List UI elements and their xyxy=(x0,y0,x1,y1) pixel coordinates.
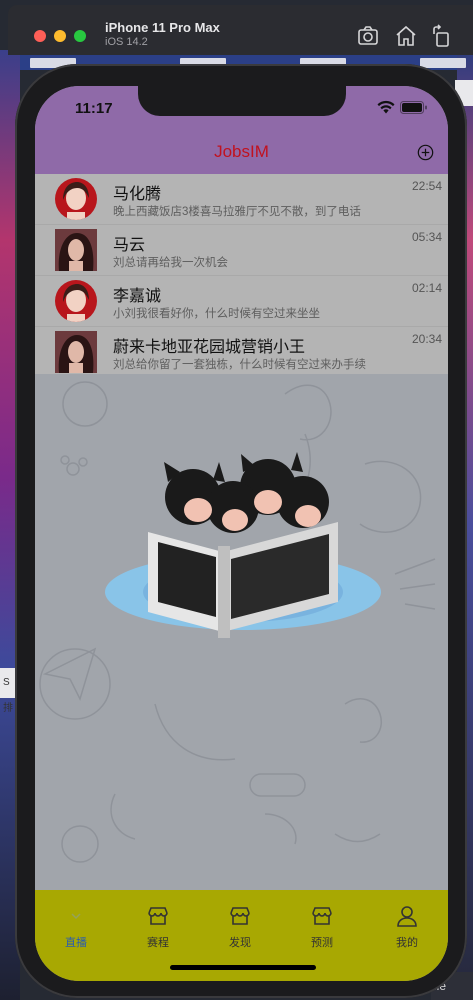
chat-row[interactable]: 马化腾 晚上西藏饭店3楼喜马拉雅厅不见不散，到了电话 22:54 xyxy=(35,174,448,224)
chat-time: 02:14 xyxy=(411,281,442,295)
person-icon xyxy=(397,906,417,927)
home-indicator xyxy=(170,965,316,970)
chat-row[interactable]: 蔚来卡地亚花园城营销小王 刘总给你留了一套独栋，什么时候有空过来办手续 20:3… xyxy=(35,326,448,377)
nav-title: JobsIM xyxy=(214,142,269,161)
avatar xyxy=(55,331,97,373)
tab-label: 发现 xyxy=(229,937,251,949)
chat-preview: 刘总给你留了一套独栋，什么时候有空过来办手续 xyxy=(113,359,366,371)
status-time: 11:17 xyxy=(75,100,113,117)
chat-name: 马化腾 xyxy=(113,186,162,203)
close-window-button[interactable] xyxy=(34,30,46,42)
rotate-icon[interactable] xyxy=(430,24,454,48)
chat-preview: 晚上西藏饭店3楼喜马拉雅厅不见不散，到了电话 xyxy=(113,206,361,218)
tab-discover[interactable]: 发现 xyxy=(199,890,281,960)
device-name: iPhone 11 Pro Max xyxy=(105,20,220,35)
minimize-window-button[interactable] xyxy=(54,30,66,42)
add-circle-icon[interactable] xyxy=(417,144,434,161)
store-icon xyxy=(312,907,332,925)
phone-screen: 11:17 JobsIM 马化腾 晚上西藏饭店3楼喜马拉雅厅不见不散，到了电话 … xyxy=(35,86,448,981)
tab-live[interactable]: 直播 xyxy=(35,890,117,960)
chat-time: 05:34 xyxy=(411,230,442,244)
empty-state-illustration xyxy=(105,452,381,638)
tab-label: 我的 xyxy=(396,937,418,949)
tab-label: 赛程 xyxy=(147,937,169,949)
avatar xyxy=(55,229,97,271)
simulator-title-bar: iPhone 11 Pro Max iOS 14.2 xyxy=(8,5,473,55)
battery-icon xyxy=(400,101,427,114)
zoom-window-button[interactable] xyxy=(74,30,86,42)
chat-name: 马云 xyxy=(113,237,146,254)
navigation-bar: JobsIM xyxy=(35,130,448,174)
chat-time: 20:34 xyxy=(411,332,442,346)
wifi-icon xyxy=(377,100,395,114)
chat-name: 李嘉诚 xyxy=(113,288,162,305)
tab-schedule[interactable]: 赛程 xyxy=(117,890,199,960)
tab-label: 直播 xyxy=(65,937,87,949)
avatar xyxy=(55,178,97,220)
chat-background xyxy=(35,374,448,890)
store-icon xyxy=(230,907,250,925)
tab-label: 预测 xyxy=(311,937,333,949)
tab-me[interactable]: 我的 xyxy=(366,890,448,960)
home-icon[interactable] xyxy=(394,24,418,48)
screenshot-icon[interactable] xyxy=(356,24,380,48)
live-icon xyxy=(71,913,81,920)
chat-time: 22:54 xyxy=(411,179,442,193)
tab-predict[interactable]: 预测 xyxy=(281,890,363,960)
chat-name: 蔚来卡地亚花园城营销小王 xyxy=(113,339,306,356)
os-version: iOS 14.2 xyxy=(105,36,148,48)
chat-preview: 刘总请再给我一次机会 xyxy=(113,257,228,269)
chat-list: 马化腾 晚上西藏饭店3楼喜马拉雅厅不见不散，到了电话 22:54 马云 刘总请再… xyxy=(35,174,448,377)
notch xyxy=(138,86,346,116)
chat-row[interactable]: 李嘉诚 小刘我很看好你，什么时候有空过来坐坐 02:14 xyxy=(35,275,448,326)
chat-row[interactable]: 马云 刘总请再给我一次机会 05:34 xyxy=(35,224,448,275)
avatar xyxy=(55,280,97,322)
chat-preview: 小刘我很看好你，什么时候有空过来坐坐 xyxy=(113,308,320,320)
store-icon xyxy=(148,907,168,925)
